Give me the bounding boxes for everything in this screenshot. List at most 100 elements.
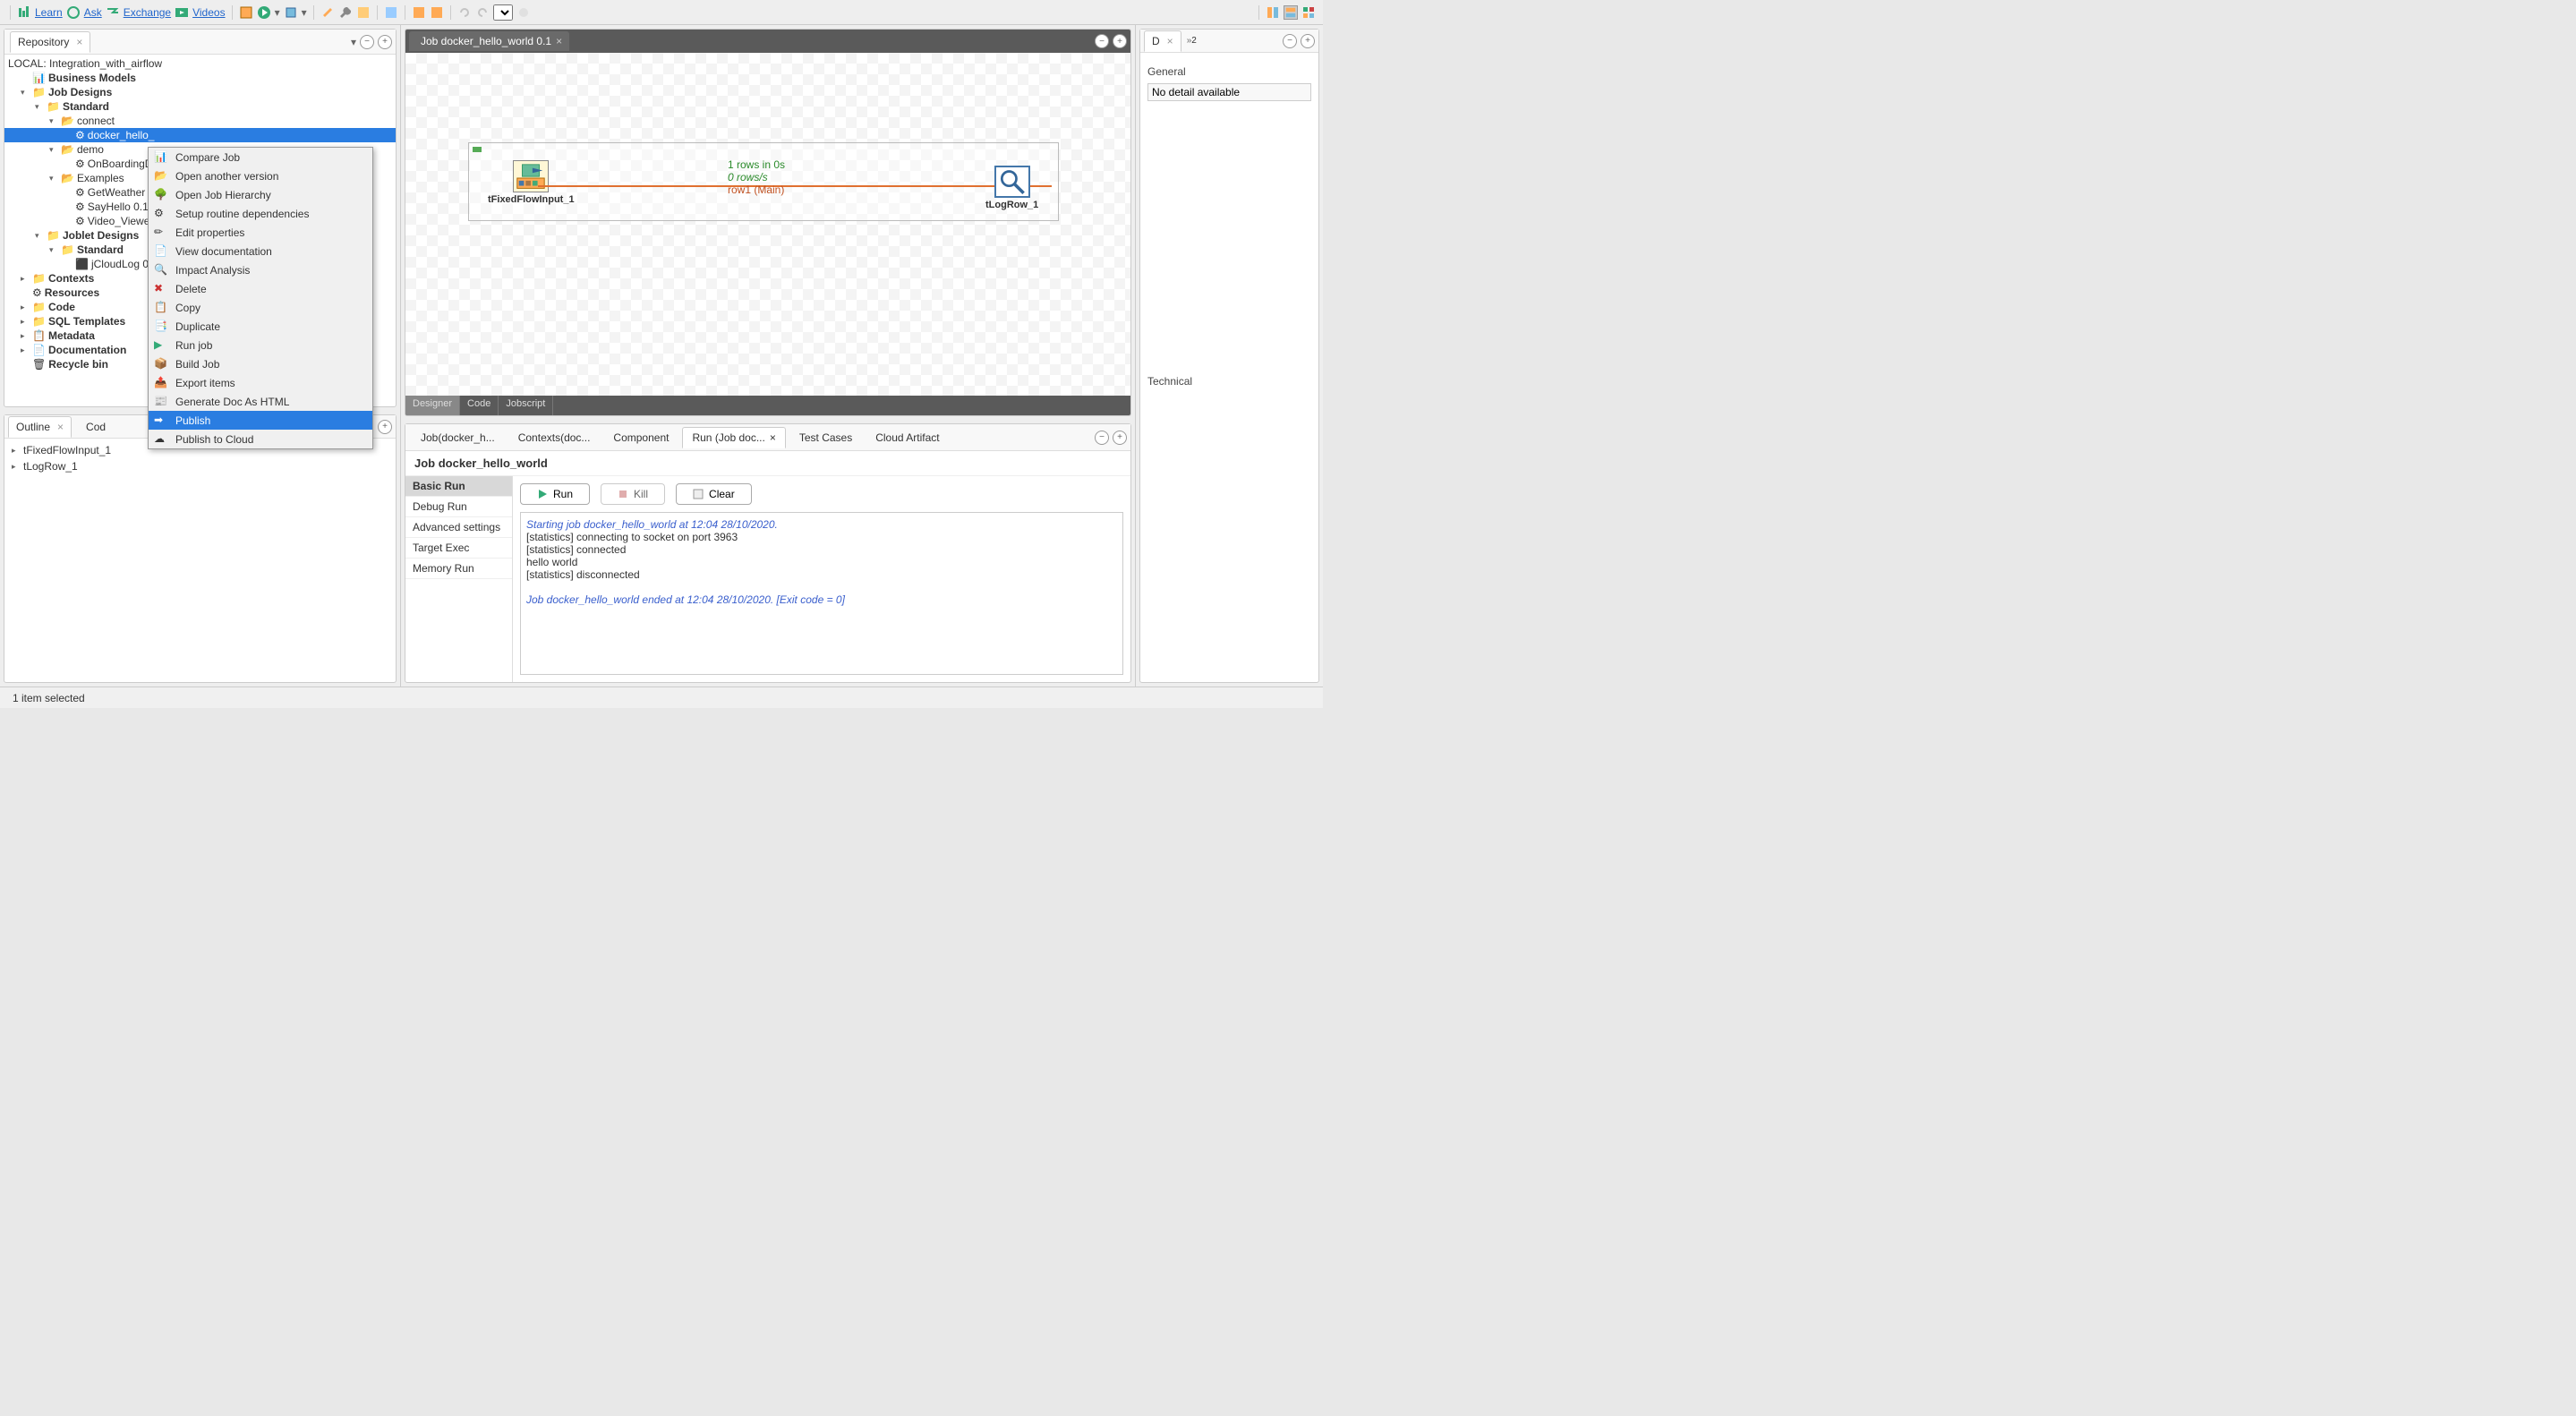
component-tab[interactable]: Component (603, 427, 678, 448)
menu-export-items[interactable]: 📤Export items (149, 373, 372, 392)
tool4-icon[interactable] (384, 5, 398, 20)
minimize-icon[interactable]: − (1283, 34, 1297, 48)
undo-icon[interactable] (457, 5, 472, 20)
menu-view-doc[interactable]: 📄View documentation (149, 242, 372, 260)
technical-section-title: Technical (1147, 375, 1311, 388)
basic-run-row[interactable]: Basic Run (405, 476, 512, 497)
standard-node[interactable]: ▾📁 Standard (4, 99, 396, 114)
editor-tab[interactable]: Job docker_hello_world 0.1 × (409, 31, 569, 51)
minimize-icon[interactable]: − (1095, 431, 1109, 445)
code-tab[interactable]: Code (460, 396, 499, 415)
menu-run-job[interactable]: ▶Run job (149, 336, 372, 354)
flow-labels: 1 rows in 0s 0 rows/s row1 (Main) (728, 158, 785, 196)
comp1-label: tFixedFlowInput_1 (488, 194, 575, 205)
cloud-artifact-tab[interactable]: Cloud Artifact (866, 427, 949, 448)
comp2-label: tLogRow_1 (985, 200, 1038, 210)
repository-tab[interactable]: Repository × (10, 31, 90, 53)
edit-icon[interactable] (320, 5, 335, 20)
component-tlogrow[interactable]: tLogRow_1 (985, 166, 1038, 210)
menu-duplicate[interactable]: 📑Duplicate (149, 317, 372, 336)
designer-canvas[interactable]: tFixedFlowInput_1 1 rows in 0s 0 rows/s … (405, 53, 1130, 396)
tool2-icon[interactable] (284, 5, 298, 20)
outline-tab[interactable]: Outline× (8, 416, 72, 438)
memory-run-row[interactable]: Memory Run (405, 559, 512, 579)
toolbar-select[interactable] (493, 4, 513, 21)
maximize-icon[interactable]: + (1113, 34, 1127, 48)
tool6-icon[interactable] (430, 5, 444, 20)
detail-tab[interactable]: D× (1144, 30, 1181, 52)
status-text: 1 item selected (13, 692, 85, 704)
videos-link[interactable]: Videos (192, 6, 225, 19)
menu-setup-routine[interactable]: ⚙Setup routine dependencies (149, 204, 372, 223)
contexts-tab[interactable]: Contexts(doc... (508, 427, 601, 448)
connect-folder[interactable]: ▾📂 connect (4, 114, 396, 128)
close-icon[interactable]: × (57, 421, 64, 433)
console-output: Starting job docker_hello_world at 12:04… (520, 512, 1123, 675)
job-designs-node[interactable]: ▾📁 Job Designs (4, 85, 396, 99)
tool5-icon[interactable] (412, 5, 426, 20)
advanced-settings-row[interactable]: Advanced settings (405, 517, 512, 538)
status-bar: 1 item selected (0, 687, 1323, 708)
detail-badge: 2 (1191, 36, 1197, 46)
run-tab[interactable]: Run (Job doc...× (682, 427, 785, 448)
jobscript-tab[interactable]: Jobscript (499, 396, 553, 415)
menu-delete[interactable]: ✖Delete (149, 279, 372, 298)
maximize-icon[interactable]: + (378, 35, 392, 49)
persp1-icon[interactable] (1266, 5, 1280, 20)
close-icon[interactable]: × (770, 431, 776, 444)
menu-copy[interactable]: 📋Copy (149, 298, 372, 317)
main-toolbar: Learn Ask Exchange Videos ▾ ▾ (0, 0, 1323, 25)
designer-tab[interactable]: Designer (405, 396, 460, 415)
exchange-icon (106, 5, 120, 20)
close-icon[interactable]: × (1167, 35, 1173, 47)
persp3-icon[interactable] (1301, 5, 1316, 20)
cod-tab[interactable]: Cod (79, 417, 113, 437)
minimize-icon[interactable]: − (360, 35, 374, 49)
maximize-icon[interactable]: + (1301, 34, 1315, 48)
learn-link[interactable]: Learn (35, 6, 63, 19)
target-exec-row[interactable]: Target Exec (405, 538, 512, 559)
maximize-icon[interactable]: + (1113, 431, 1127, 445)
redo-icon[interactable] (475, 5, 490, 20)
tool7-icon[interactable] (516, 5, 531, 20)
maximize-icon[interactable]: + (378, 420, 392, 434)
close-icon[interactable]: × (76, 36, 82, 48)
business-models-node[interactable]: ▸📊 Business Models (4, 71, 396, 85)
tool3-icon[interactable] (356, 5, 371, 20)
job-tab[interactable]: Job(docker_h... (411, 427, 505, 448)
outline-item-2[interactable]: ▸tLogRow_1 (8, 458, 392, 474)
wrench-icon[interactable] (338, 5, 353, 20)
run-icon[interactable] (257, 5, 271, 20)
close-icon[interactable]: × (556, 35, 562, 47)
menu-impact[interactable]: 🔍Impact Analysis (149, 260, 372, 279)
menu-open-hierarchy[interactable]: 🌳Open Job Hierarchy (149, 185, 372, 204)
ask-icon (66, 5, 81, 20)
flow-connector[interactable] (538, 185, 1052, 187)
project-label: LOCAL: Integration_with_airflow (4, 56, 396, 71)
menu-build-job[interactable]: 📦Build Job (149, 354, 372, 373)
testcases-tab[interactable]: Test Cases (789, 427, 862, 448)
learn-icon (17, 5, 31, 20)
menu-open-another[interactable]: 📂Open another version (149, 166, 372, 185)
detail-input[interactable] (1147, 83, 1311, 101)
videos-icon (175, 5, 189, 20)
component-tfixedflowinput[interactable]: tFixedFlowInput_1 (488, 160, 575, 205)
clear-button[interactable]: Clear (676, 483, 752, 505)
kill-button[interactable]: Kill (601, 483, 665, 505)
tool-icon[interactable] (239, 5, 253, 20)
menu-publish-cloud[interactable]: ☁Publish to Cloud (149, 430, 372, 448)
ask-link[interactable]: Ask (84, 6, 102, 19)
debug-run-row[interactable]: Debug Run (405, 497, 512, 517)
persp2-icon[interactable] (1284, 5, 1298, 20)
general-section-title: General (1147, 65, 1311, 78)
editor-tab-label: Job docker_hello_world 0.1 (421, 35, 551, 47)
menu-publish[interactable]: ➡Publish (149, 411, 372, 430)
menu-generate-doc[interactable]: 📰Generate Doc As HTML (149, 392, 372, 411)
docker-hello-job[interactable]: ▸⚙ docker_hello_ (4, 128, 396, 142)
minimize-icon[interactable]: − (1095, 34, 1109, 48)
run-button[interactable]: Run (520, 483, 590, 505)
menu-edit-props[interactable]: ✏Edit properties (149, 223, 372, 242)
menu-compare-job[interactable]: 📊Compare Job (149, 148, 372, 166)
context-menu: 📊Compare Job 📂Open another version 🌳Open… (148, 147, 373, 449)
exchange-link[interactable]: Exchange (124, 6, 171, 19)
